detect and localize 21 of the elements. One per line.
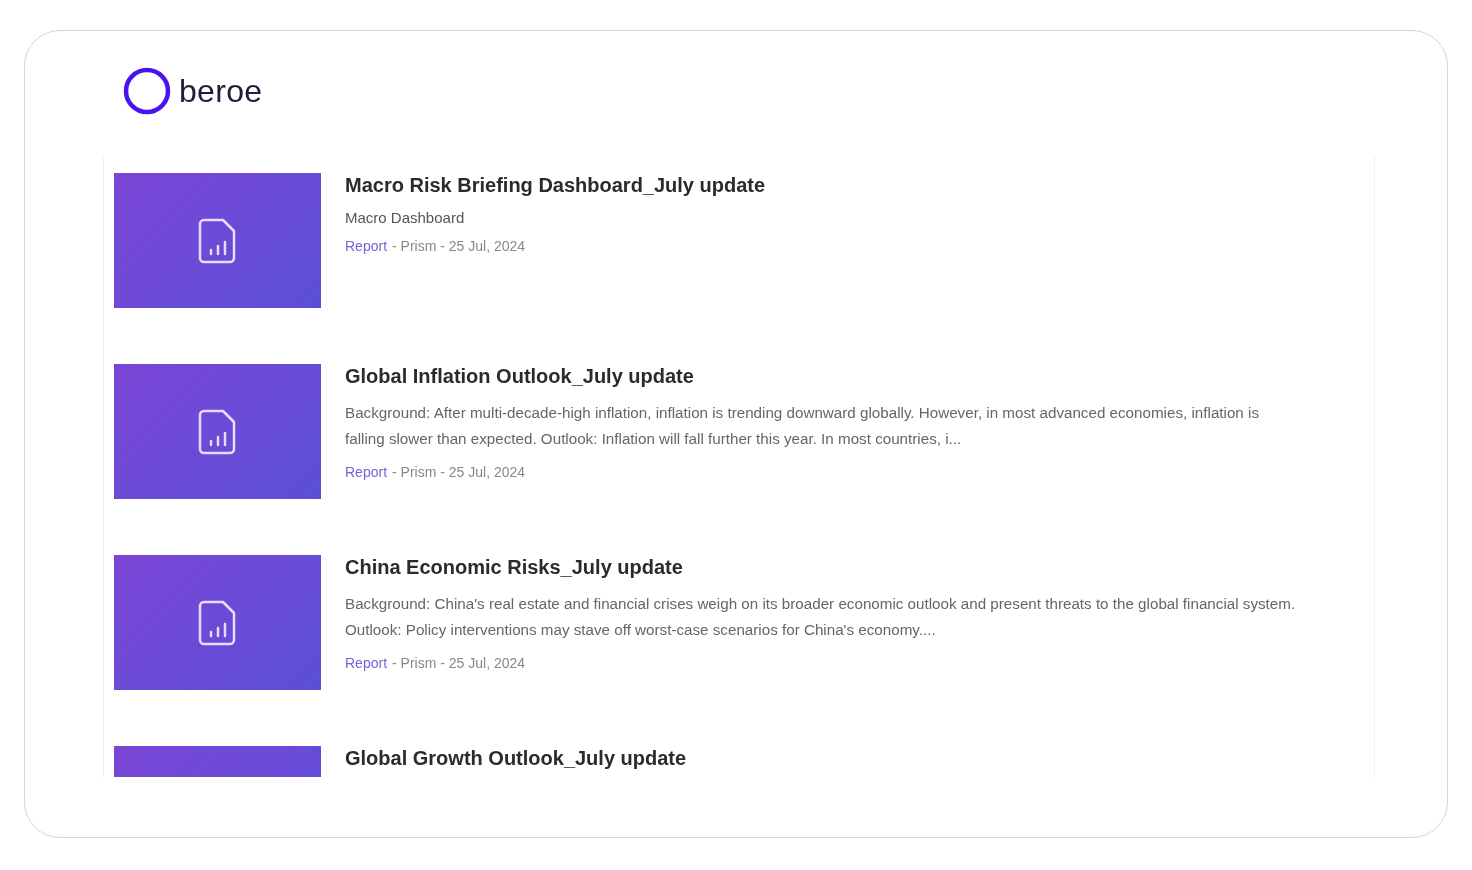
type-link[interactable]: Report [345,238,388,254]
result-title[interactable]: Macro Risk Briefing Dashboard_July update [345,173,1300,197]
result-subtitle: Macro Dashboard [345,209,466,226]
result-meta: - Prism - 25 Jul, 2024 [392,464,526,480]
brand-name: beroe [179,72,263,110]
thumbnail[interactable] [114,364,321,499]
document-chart-icon [197,217,238,264]
result-description: Background: After multi-decade-high inflation, inflation is trending downward globally. However, in most advanced economies, inflation is falling slower than expected. Outlook: Inflation will fall further this year. In most countries, i... [345,403,1260,449]
result-title[interactable]: Global Inflation Outlook_July update [345,364,1300,388]
result-title[interactable]: China Economic Risks_July update [345,555,1300,579]
document-chart-icon [197,599,238,646]
result-title[interactable]: Global Growth Outlook_July update [345,746,1300,770]
ring-logo-icon [123,67,171,115]
result-meta: - Prism - 25 Jul, 2024 [392,238,526,254]
type-link[interactable]: Report [345,464,388,480]
thumbnail[interactable] [114,173,321,308]
document-chart-icon [197,408,238,455]
thumbnail[interactable] [114,555,321,690]
result-meta: - Prism - 25 Jul, 2024 [392,655,526,671]
type-link[interactable]: Report [345,655,388,671]
result-description: Background: China's real estate and financial crises weigh on its broader economic outlook and present threats to the global financial system. Outlook: Policy interventions may stave off worst-case scenarios for China's economy.... [345,594,1297,640]
